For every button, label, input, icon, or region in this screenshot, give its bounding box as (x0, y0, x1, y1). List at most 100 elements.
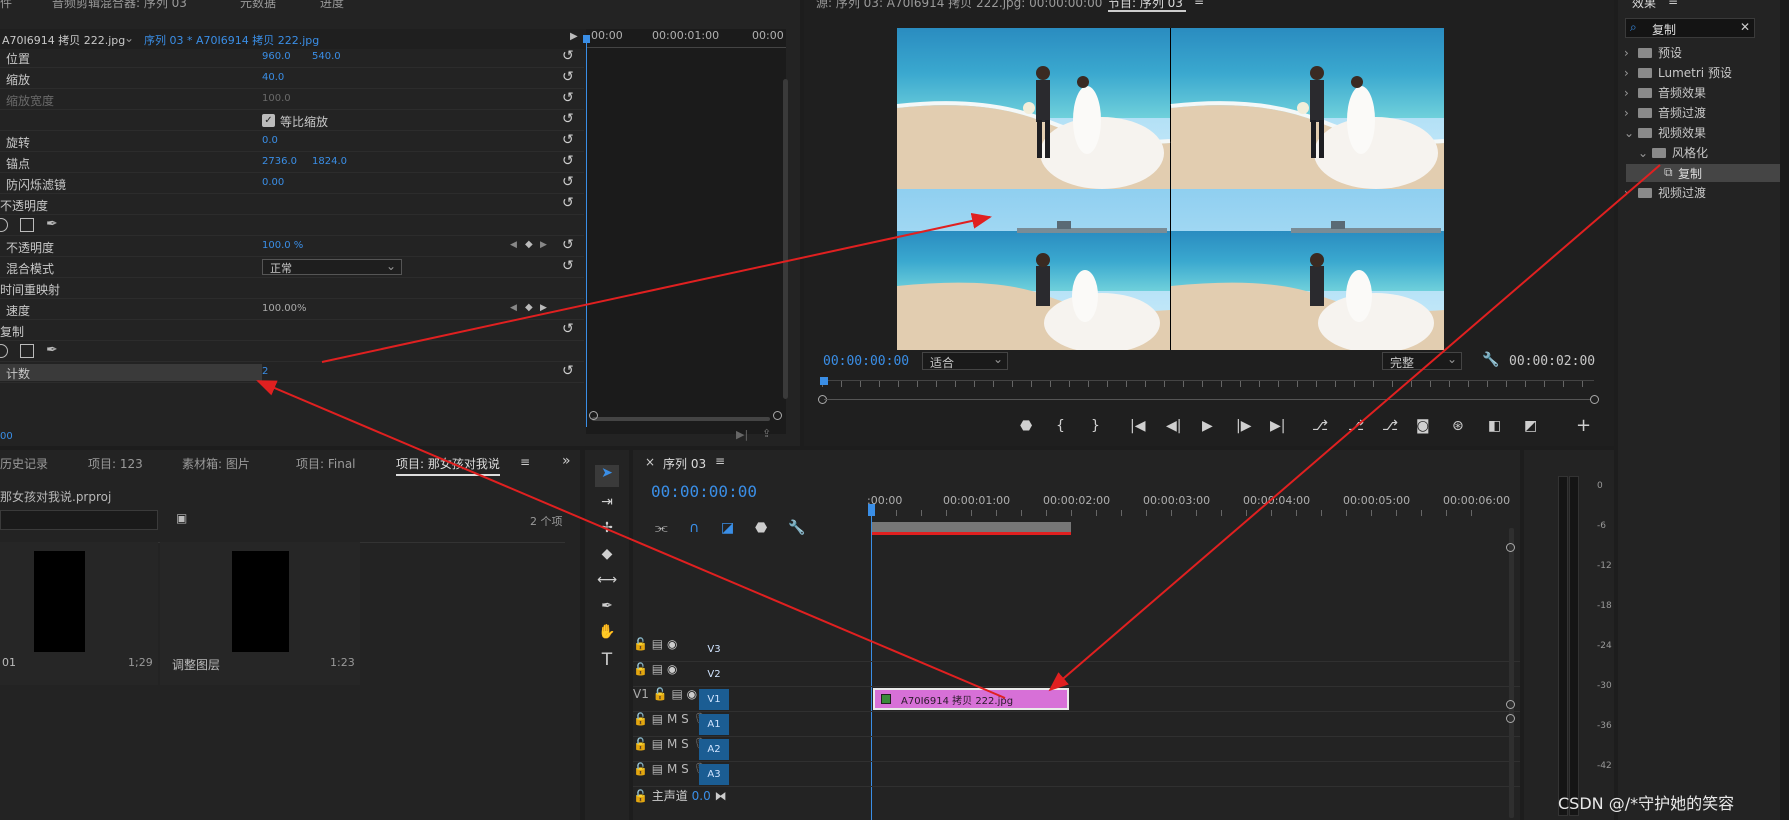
search-input[interactable]: 复制 (1652, 21, 1676, 38)
keyframe-prev-icon[interactable]: ◀ (510, 240, 517, 250)
track-target[interactable]: V1 (699, 689, 729, 710)
camera-icon[interactable]: ◙ (1416, 418, 1430, 434)
overwrite-icon[interactable]: ⎇ (1348, 418, 1364, 434)
track-target[interactable]: V3 (699, 639, 729, 660)
sync-lock-icon[interactable]: ▤ (652, 762, 663, 776)
pen-tool-icon[interactable]: ✒ (595, 598, 619, 614)
mark-out-icon[interactable]: } (1091, 418, 1100, 434)
source-patch[interactable]: V1 (633, 687, 649, 701)
playhead-line[interactable] (586, 37, 587, 427)
add-marker-icon[interactable]: ⬣ (1020, 418, 1032, 434)
solo-button[interactable]: S (681, 737, 689, 751)
sync-lock-icon[interactable]: ▤ (671, 687, 682, 701)
tab-progress[interactable]: 进度 (320, 0, 344, 11)
row-label[interactable]: 时间重映射 (0, 281, 60, 298)
panel-menu-icon[interactable]: ≡ (1194, 0, 1204, 8)
razor-tool-icon[interactable]: ◆ (595, 546, 619, 562)
effects-folder-stylize[interactable]: ⌄ 风格化 (1638, 143, 1708, 163)
sequence-clip-name[interactable]: 序列 03 * A70I6914 拷贝 222.jpg (144, 32, 319, 48)
chevron-down-icon[interactable]: ⌄ (124, 31, 134, 45)
overflow-tabs-icon[interactable]: » (562, 453, 571, 469)
timeline-tab[interactable]: 序列 03 (663, 455, 706, 472)
keyframe-add-icon[interactable]: ◆ (525, 302, 533, 313)
timeline-clip[interactable]: A70I6914 拷贝 222.jpg (873, 688, 1069, 710)
mute-button[interactable]: M (667, 737, 677, 751)
tab-project-123[interactable]: 项目: 123 (88, 455, 143, 472)
track-target[interactable]: A2 (699, 739, 729, 760)
row-label[interactable]: 复制 (0, 323, 24, 340)
project-item-card[interactable]: 01 1;29 (0, 542, 158, 685)
play-only-icon[interactable]: ▶ (570, 31, 578, 42)
add-button-icon[interactable]: + (1576, 415, 1591, 436)
pen-mask-icon[interactable]: ✒ (46, 342, 58, 358)
reset-icon[interactable]: ↺ (562, 69, 574, 85)
eye-icon[interactable]: ◉ (667, 637, 677, 651)
effects-folder-video-transitions[interactable]: › 视频过渡 (1624, 183, 1706, 203)
track-select-tool-icon[interactable]: ⇥ (595, 494, 619, 510)
solo-button[interactable]: S (681, 712, 689, 726)
snap-icon[interactable]: ∩ (689, 520, 699, 536)
sync-lock-icon[interactable]: ▤ (652, 737, 663, 751)
proxy-icon[interactable]: ◩ (1524, 418, 1537, 434)
count-value[interactable]: 2 (262, 366, 268, 377)
reset-icon[interactable]: ↺ (562, 237, 574, 253)
track-target[interactable]: A3 (699, 764, 729, 785)
master-volume-value[interactable]: 0.0 (692, 789, 711, 803)
effects-folder-audio-transitions[interactable]: › 音频过渡 (1624, 103, 1706, 123)
reset-icon[interactable]: ↺ (562, 174, 574, 190)
tab-project-active[interactable]: 项目: 那女孩对我说 (396, 455, 500, 476)
go-to-in-icon[interactable]: |◀ (1130, 418, 1145, 434)
export-frame-icon[interactable]: ⇪ (762, 427, 771, 440)
row-label[interactable]: 不透明度 (0, 197, 48, 214)
effects-folder-video-effects[interactable]: ⌄ 视频效果 (1624, 123, 1706, 143)
tab-project-final[interactable]: 项目: Final (296, 455, 356, 472)
new-bin-icon[interactable]: ▣ (176, 511, 187, 525)
eye-icon[interactable]: ◉ (687, 687, 697, 701)
vertical-scrollbar[interactable] (783, 79, 788, 399)
effects-tab[interactable]: 效果 (1632, 0, 1656, 11)
zoom-handle-right[interactable] (1590, 395, 1599, 404)
clear-search-icon[interactable]: ✕ (1740, 20, 1750, 34)
lock-icon[interactable]: 🔓 (633, 637, 648, 651)
mute-button[interactable]: M (667, 712, 677, 726)
play-loop-icon[interactable]: ▶| (736, 428, 748, 441)
project-search-input[interactable] (0, 510, 158, 530)
value-x[interactable]: 2736.0 (262, 156, 297, 167)
scroll-handle-bottom[interactable] (1506, 714, 1515, 723)
horizontal-scrollbar[interactable] (592, 417, 770, 421)
eye-icon[interactable]: ◉ (667, 662, 677, 676)
reset-icon[interactable]: ↺ (562, 321, 574, 337)
pen-mask-icon[interactable]: ✒ (46, 216, 58, 232)
effects-folder-presets[interactable]: › 预设 (1624, 43, 1682, 63)
nest-icon[interactable]: ⫘ (655, 520, 668, 536)
value[interactable]: 40.0 (262, 72, 284, 83)
timeline-vertical-scrollbar[interactable] (1509, 528, 1514, 818)
panel-menu-icon[interactable]: ≡ (715, 454, 725, 468)
expand-tracks-icon[interactable]: ⧓ (715, 789, 727, 803)
effects-search-box[interactable]: ⌕ 复制 ✕ (1625, 18, 1755, 38)
panel-menu-icon[interactable]: ≡ (1668, 0, 1678, 8)
solo-button[interactable]: S (681, 762, 689, 776)
tab-history[interactable]: 历史记录 (0, 455, 48, 472)
rectangle-mask-icon[interactable] (20, 218, 34, 232)
lock-icon[interactable]: 🔓 (633, 712, 648, 726)
play-icon[interactable]: ▶ (1202, 418, 1213, 434)
linked-selection-icon[interactable]: ◪ (721, 520, 734, 536)
hand-tool-icon[interactable]: ✋ (595, 624, 619, 640)
value-x[interactable]: 960.0 (262, 51, 291, 62)
lock-icon[interactable]: 🔓 (633, 762, 648, 776)
wrench-icon[interactable]: 🔧 (1482, 352, 1499, 368)
ellipse-mask-icon[interactable] (0, 344, 8, 358)
project-item-card[interactable]: 调整图层 1:23 (160, 542, 360, 685)
value[interactable]: 0.0 (262, 135, 278, 146)
blend-mode-select[interactable]: 正常 ⌄ (262, 259, 402, 275)
scroll-handle-top[interactable] (1506, 543, 1515, 552)
value-y[interactable]: 1824.0 (312, 156, 347, 167)
master-clip-name[interactable]: A70I6914 拷贝 222.jpg (2, 32, 125, 48)
scroll-handle-mid[interactable] (1506, 700, 1515, 709)
value[interactable]: 0.00 (262, 177, 284, 188)
scroll-handle-left[interactable] (589, 411, 598, 420)
scroll-handle-right[interactable] (773, 411, 782, 420)
lock-icon[interactable]: 🔓 (633, 662, 648, 676)
timeline-timecode[interactable]: 00:00:00:00 (651, 482, 757, 501)
